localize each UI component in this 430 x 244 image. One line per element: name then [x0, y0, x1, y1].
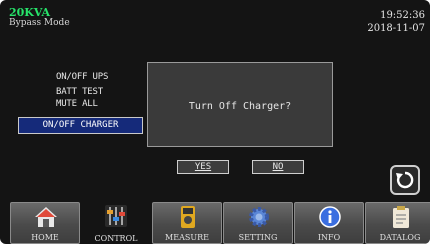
- time-label: 19:52:36: [380, 10, 425, 21]
- date-label: 2018-11-07: [367, 23, 425, 34]
- tab-home-label: HOME: [31, 233, 59, 242]
- tab-measure[interactable]: MEASURE: [152, 202, 222, 244]
- menu-item-onoff-charger[interactable]: ON/OFF CHARGER: [18, 117, 143, 134]
- tab-measure-label: MEASURE: [165, 233, 209, 242]
- yes-button-label: YES: [194, 162, 212, 172]
- tab-setting[interactable]: SETTING: [223, 202, 293, 244]
- menu-item-onoff-ups[interactable]: ON/OFF UPS: [56, 72, 108, 83]
- ups-screen: 20KVA Bypass Mode 19:52:36 2018-11-07 ON…: [0, 0, 430, 244]
- status-header: 20KVA Bypass Mode: [9, 7, 70, 29]
- clipboard-icon: [393, 206, 409, 228]
- home-icon: [35, 207, 57, 227]
- yes-button[interactable]: YES: [177, 160, 229, 174]
- no-button[interactable]: NO: [252, 160, 304, 174]
- tab-datalog-label: DATALOG: [379, 233, 421, 242]
- tab-info[interactable]: INFO: [294, 202, 364, 244]
- no-button-label: NO: [272, 162, 284, 172]
- control-sliders-icon: [105, 205, 127, 227]
- menu-item-batt-test[interactable]: BATT TEST: [56, 87, 103, 98]
- dialog-message: Turn Off Charger?: [188, 101, 292, 112]
- meter-icon: [181, 206, 195, 228]
- tab-control[interactable]: CONTROL: [81, 202, 151, 244]
- tab-home[interactable]: HOME: [10, 202, 80, 244]
- mode-label: Bypass Mode: [9, 18, 70, 28]
- refresh-icon: [396, 171, 414, 189]
- model-label: 20KVA: [9, 6, 51, 19]
- tab-info-label: INFO: [317, 233, 341, 242]
- menu-item-mute-all[interactable]: MUTE ALL: [56, 99, 98, 110]
- tab-datalog[interactable]: DATALOG: [365, 202, 430, 244]
- clock: 19:52:36 2018-11-07: [367, 9, 425, 35]
- tab-setting-label: SETTING: [238, 233, 278, 242]
- back-button[interactable]: [390, 165, 420, 195]
- gear-icon: [249, 207, 269, 227]
- tab-control-label: CONTROL: [94, 234, 138, 243]
- confirm-dialog: Turn Off Charger?: [147, 62, 333, 147]
- info-icon: [319, 206, 341, 228]
